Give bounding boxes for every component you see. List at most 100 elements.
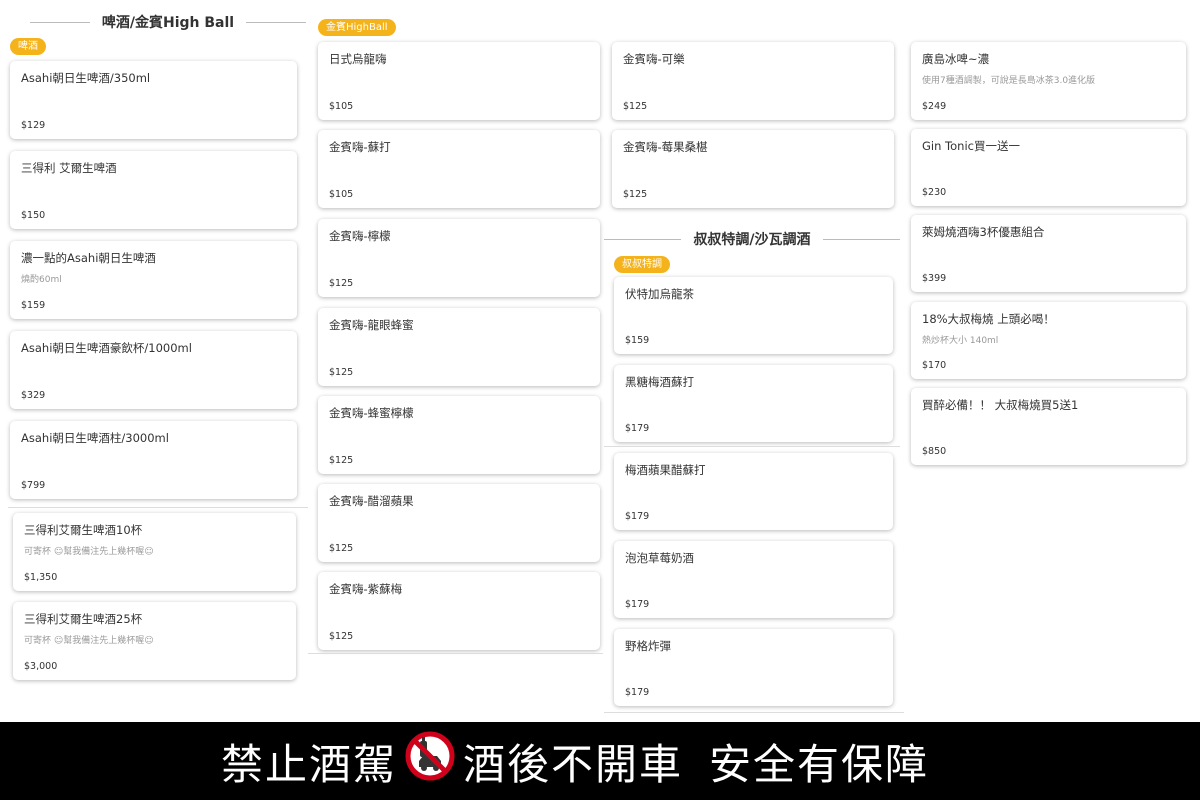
slogan-no-driving-after-drinking: 酒後不開車: [462, 739, 683, 789]
item-price: $105: [329, 189, 354, 200]
menu-card-jimbeam-apple-vinegar[interactable]: 金賓嗨-醋溜蘋果 $125: [318, 484, 600, 562]
footer-banner: 禁止酒駕 酒後不開車 安全有保障: [0, 722, 1200, 800]
item-price: $179: [625, 687, 650, 698]
item-price: $125: [329, 278, 354, 289]
item-name: Asahi朝日生啤酒/350ml: [21, 71, 151, 85]
item-price: $125: [329, 543, 354, 554]
item-price: $230: [922, 187, 947, 198]
smile-emoji-icon: ☺: [144, 636, 154, 646]
item-name: 金賓嗨-檸檬: [329, 229, 391, 243]
item-name: Asahi朝日生啤酒柱/3000ml: [21, 431, 169, 445]
item-price: $125: [623, 189, 648, 200]
item-name: 金賓嗨-莓果桑椹: [623, 140, 708, 154]
smile-emoji-icon: ☺: [144, 547, 154, 557]
menu-card-vodka-oolong[interactable]: 伏特加烏龍茶 $159: [614, 277, 893, 354]
item-name: 金賓嗨-紫蘇梅: [329, 582, 403, 596]
item-desc: 可寄杯 ☺幫我備注先上幾杯喔☺: [24, 636, 154, 646]
item-price: $125: [329, 367, 354, 378]
item-price: $125: [623, 101, 648, 112]
item-name: Asahi朝日生啤酒豪飲杯/1000ml: [21, 341, 192, 355]
menu-card-hiroshima-ice-beer[interactable]: 廣島冰啤~濃 使用7種酒調製，可說是長島冰茶3.0進化版 $249: [911, 42, 1186, 120]
item-name: 18%大叔梅燒 上頭必喝！: [922, 312, 1055, 326]
no-drink-driving-icon: [405, 731, 455, 791]
badge-highball: 金賓HighBall: [318, 19, 396, 36]
item-price: $799: [21, 480, 46, 491]
slogan-safety: 安全有保障: [709, 739, 930, 789]
menu-card-brown-sugar-plum-soda[interactable]: 黑糖梅酒蘇打 $179: [614, 365, 893, 442]
item-name: Gin Tonic買一送一: [922, 139, 1020, 153]
menu-card-strawberry-milk-liqueur[interactable]: 泡泡草莓奶酒 $179: [614, 541, 893, 618]
item-name: 金賓嗨-可樂: [623, 52, 685, 66]
menu-card-suntory-25[interactable]: 三得利艾爾生啤酒25杯 可寄杯 ☺幫我備注先上幾杯喔☺ $3,000: [13, 602, 296, 680]
item-price: $3,000: [24, 661, 58, 672]
divider: [308, 653, 603, 654]
menu-card-jimbeam-longan-honey[interactable]: 金賓嗨-龍眼蜂蜜 $125: [318, 308, 600, 386]
menu-card-suntory-10[interactable]: 三得利艾爾生啤酒10杯 可寄杯 ☺幫我備注先上幾杯喔☺ $1,350: [13, 513, 296, 591]
item-name: 買醉必備！！ 大叔梅燒買5送1: [922, 398, 1079, 412]
menu-card-oolong-hi[interactable]: 日式烏龍嗨 $105: [318, 42, 600, 120]
smile-emoji-icon: ☺: [53, 636, 64, 646]
divider: [604, 712, 904, 713]
item-price: $179: [625, 511, 650, 522]
menu-card-jimbeam-berry[interactable]: 金賓嗨-莓果桑椹 $125: [612, 130, 894, 208]
item-name: 濃一點的Asahi朝日生啤酒: [21, 251, 156, 265]
item-name: 萊姆燒酒嗨3杯優惠組合: [922, 225, 1045, 239]
item-price: $249: [922, 101, 947, 112]
item-price: $329: [21, 390, 46, 401]
menu-card-asahi-3000[interactable]: Asahi朝日生啤酒柱/3000ml $799: [10, 421, 297, 499]
slogan-no-drunk-driving: 禁止酒駕: [220, 739, 397, 789]
smile-emoji-icon: ☺: [53, 547, 64, 557]
menu-card-jager-bomb[interactable]: 野格炸彈 $179: [614, 629, 893, 706]
badge-shushu: 叔叔特調: [614, 256, 670, 273]
menu-card-plum-shochu-5-get-1[interactable]: 買醉必備！！ 大叔梅燒買5送1 $850: [911, 388, 1186, 465]
item-price: $179: [625, 423, 650, 434]
footer-slogan: 禁止酒駕 酒後不開車 安全有保障: [170, 722, 980, 800]
item-name: 金賓嗨-醋溜蘋果: [329, 494, 414, 508]
menu-card-jimbeam-soda[interactable]: 金賓嗨-蘇打 $105: [318, 130, 600, 208]
item-price: $850: [922, 446, 947, 457]
menu-card-asahi-350[interactable]: Asahi朝日生啤酒/350ml $129: [10, 61, 297, 139]
item-name: 野格炸彈: [625, 639, 671, 653]
item-name: 金賓嗨-蜂蜜檸檬: [329, 406, 414, 420]
menu-card-suntory-ale[interactable]: 三得利 艾爾生啤酒 $150: [10, 151, 297, 229]
item-price: $125: [329, 631, 354, 642]
menu-card-asahi-1000[interactable]: Asahi朝日生啤酒豪飲杯/1000ml $329: [10, 331, 297, 409]
item-price: $170: [922, 360, 947, 371]
item-name: 日式烏龍嗨: [329, 52, 387, 66]
menu-card-gin-tonic[interactable]: Gin Tonic買一送一 $230: [911, 129, 1186, 206]
item-name: 泡泡草莓奶酒: [625, 551, 694, 565]
item-name: 廣島冰啤~濃: [922, 52, 990, 66]
badge-beer: 啤酒: [10, 38, 46, 55]
item-name: 三得利 艾爾生啤酒: [21, 161, 117, 175]
item-name: 伏特加烏龍茶: [625, 287, 694, 301]
item-price: $150: [21, 210, 46, 221]
item-name: 三得利艾爾生啤酒25杯: [24, 612, 143, 626]
item-price: $129: [21, 120, 46, 131]
item-desc: 燒酌60ml: [21, 275, 62, 285]
item-price: $125: [329, 455, 354, 466]
divider: [604, 446, 900, 447]
item-name: 三得利艾爾生啤酒10杯: [24, 523, 143, 537]
item-name: 梅酒蘋果醋蘇打: [625, 463, 706, 477]
item-desc: 熱炒杯大小 140ml: [922, 336, 999, 346]
item-name: 金賓嗨-蘇打: [329, 140, 391, 154]
menu-card-uncle-plum-shochu[interactable]: 18%大叔梅燒 上頭必喝！ 熱炒杯大小 140ml $170: [911, 302, 1186, 379]
section-title-shushu: 叔叔特調/沙瓦調酒: [693, 232, 811, 248]
menu-card-lime-shochu-combo[interactable]: 萊姆燒酒嗨3杯優惠組合 $399: [911, 215, 1186, 292]
menu-card-jimbeam-plum[interactable]: 金賓嗨-紫蘇梅 $125: [318, 572, 600, 650]
section-header-shushu: 叔叔特調/沙瓦調酒: [604, 229, 900, 249]
item-price: $399: [922, 273, 947, 284]
menu-card-jimbeam-cola[interactable]: 金賓嗨-可樂 $125: [612, 42, 894, 120]
item-price: $159: [21, 300, 46, 311]
menu-card-plum-apple-vinegar-soda[interactable]: 梅酒蘋果醋蘇打 $179: [614, 453, 893, 530]
section-title-beer: 啤酒/金賓High Ball: [101, 15, 235, 31]
item-price: $159: [625, 335, 650, 346]
item-desc: 使用7種酒調製，可說是長島冰茶3.0進化版: [922, 76, 1096, 86]
menu-card-asahi-strong[interactable]: 濃一點的Asahi朝日生啤酒 燒酌60ml $159: [10, 241, 297, 319]
menu-card-jimbeam-honey-lemon[interactable]: 金賓嗨-蜂蜜檸檬 $125: [318, 396, 600, 474]
item-desc: 可寄杯 ☺幫我備注先上幾杯喔☺: [24, 547, 154, 557]
item-name: 金賓嗨-龍眼蜂蜜: [329, 318, 414, 332]
item-price: $1,350: [24, 572, 58, 583]
item-price: $179: [625, 599, 650, 610]
menu-card-jimbeam-lemon[interactable]: 金賓嗨-檸檬 $125: [318, 219, 600, 297]
